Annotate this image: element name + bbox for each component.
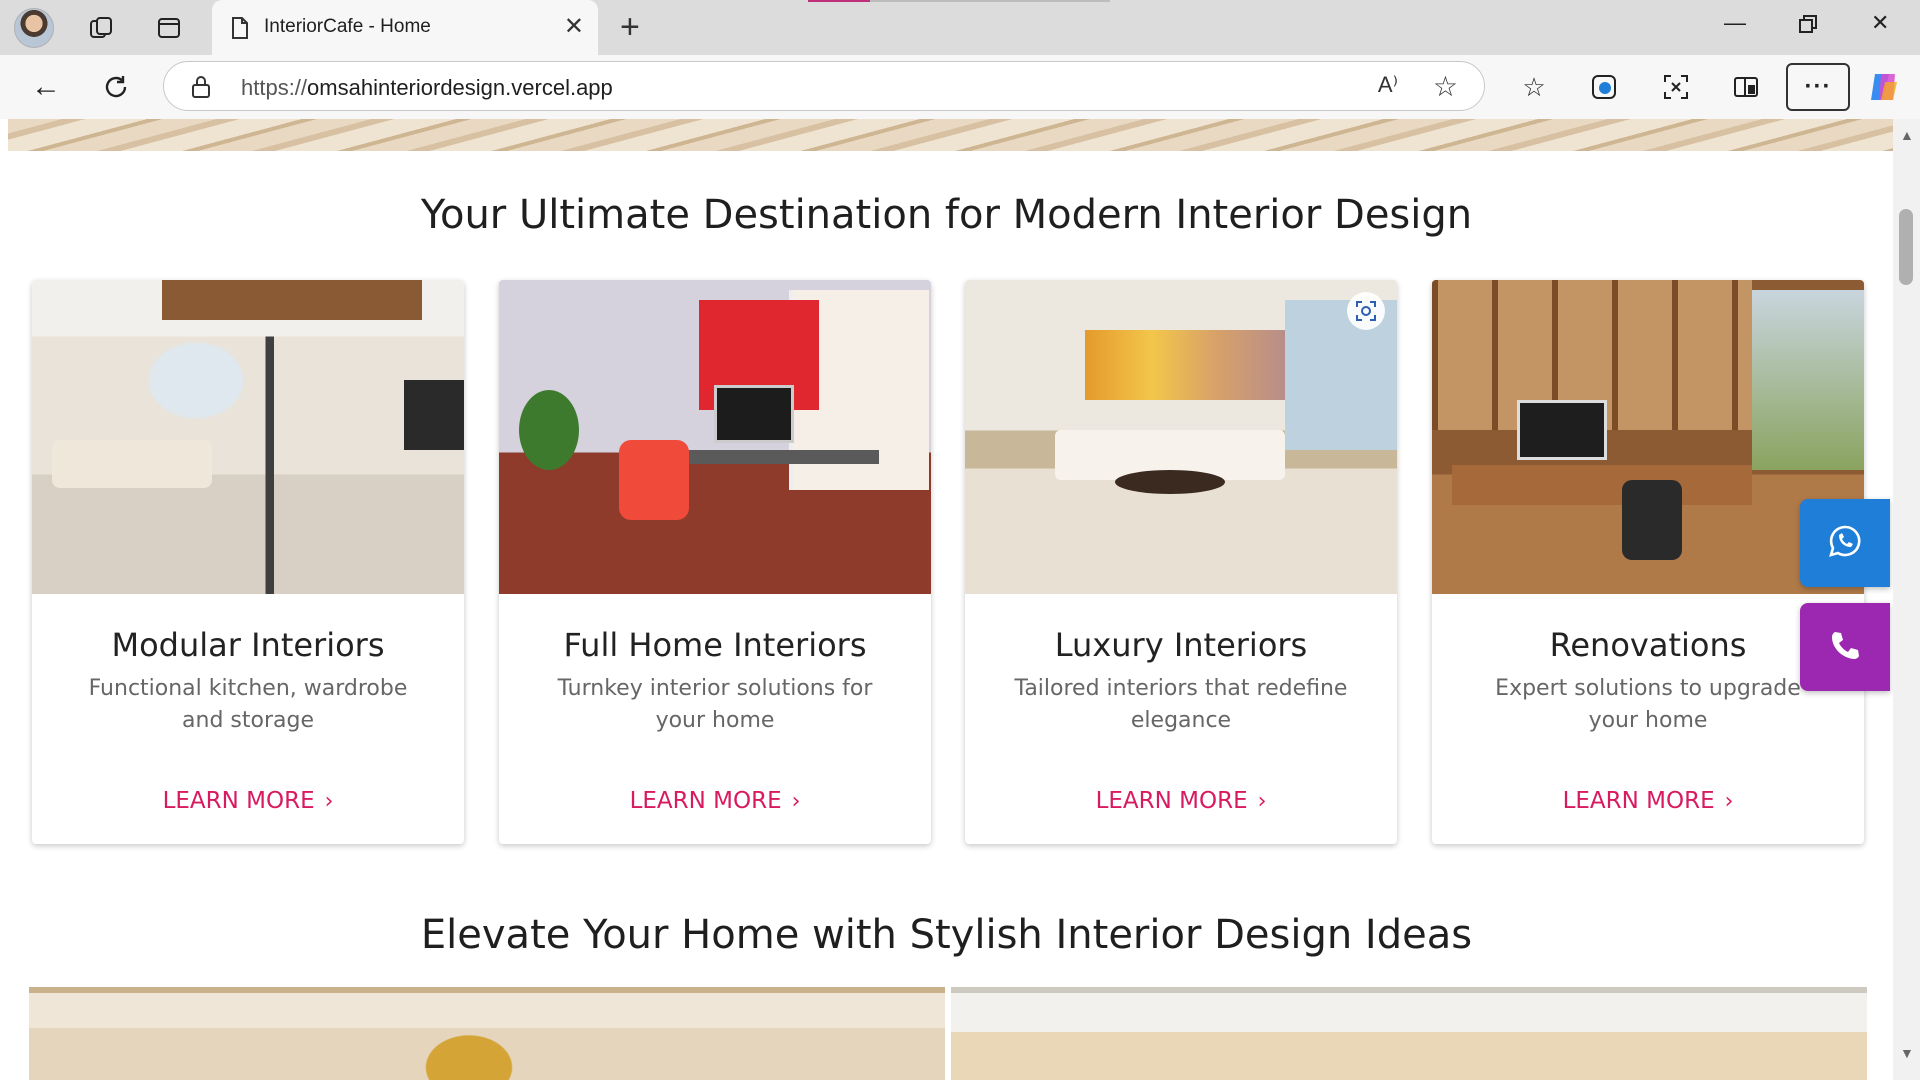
chandelier-detail [369,993,569,1080]
learn-more-label: LEARN MORE [1562,788,1715,814]
address-bar[interactable]: https://omsahinteriordesign.vercel.app A… [163,61,1485,111]
card-title: Full Home Interiors [563,626,867,664]
profile-avatar[interactable] [14,8,54,48]
learn-more-button[interactable]: LEARN MORE › [965,788,1397,814]
learn-more-label: LEARN MORE [162,788,315,814]
learn-more-button[interactable]: LEARN MORE › [499,788,931,814]
screenshot-icon[interactable] [1660,71,1692,103]
url-host: omsahinteriordesign.vercel.app [307,75,613,100]
close-window-icon[interactable]: ✕ [1871,10,1889,36]
page-viewport: Your Ultimate Destination for Modern Int… [0,119,1920,1080]
modular-interiors-image [32,280,464,594]
design-idea-image-1[interactable] [29,987,945,1080]
service-card-full-home: Full Home Interiors Turnkey interior sol… [499,280,931,844]
tab-title: InteriorCafe - Home [264,16,431,37]
vertical-tabs-icon[interactable] [154,14,184,42]
card-title: Modular Interiors [111,626,385,664]
tab-strip-highlight [808,0,870,2]
luxury-interiors-image [965,280,1397,594]
scrollbar-thumb[interactable] [1899,209,1913,285]
full-home-interiors-image [499,280,931,594]
whatsapp-button[interactable] [1800,499,1890,587]
tab-interiorcafe[interactable]: InteriorCafe - Home ✕ [212,0,598,55]
minimize-icon[interactable]: — [1724,10,1746,36]
ideas-heading: Elevate Your Home with Stylish Interior … [420,912,1473,958]
card-description: Functional kitchen, wardrobe and storage [88,676,408,733]
new-tab-icon[interactable]: + [620,8,640,47]
service-card-modular: Modular Interiors Functional kitchen, wa… [32,280,464,844]
card-title: Luxury Interiors [1054,626,1308,664]
chevron-right-icon: › [1724,789,1734,814]
settings-more-button[interactable]: ··· [1786,63,1850,111]
page-scrollbar[interactable]: ▲ ▼ [1893,119,1920,1080]
read-aloud-icon[interactable]: A⁾ [1378,72,1398,98]
collections-icon[interactable] [1730,71,1762,103]
back-icon[interactable]: ← [30,70,62,103]
browser-tab-bar: InteriorCafe - Home ✕ + — ✕ [0,0,1920,55]
scroll-up-icon[interactable]: ▲ [1900,127,1914,143]
whatsapp-icon [1827,523,1863,564]
url-text[interactable]: https://omsahinteriordesign.vercel.app [241,75,613,101]
phone-icon [1828,628,1862,667]
close-tab-icon[interactable]: ✕ [564,12,584,41]
call-button[interactable] [1800,603,1890,691]
restore-icon[interactable] [1798,14,1818,40]
card-description: Tailored interiors that redefine eleganc… [1014,676,1348,733]
scroll-down-icon[interactable]: ▼ [1900,1045,1914,1061]
services-heading: Your Ultimate Destination for Modern Int… [420,192,1473,238]
browser-toolbar: ← https://omsahinteriordesign.vercel.app… [0,55,1920,119]
chevron-right-icon: › [791,789,801,814]
learn-more-button[interactable]: LEARN MORE › [1432,788,1864,814]
favorite-star-icon[interactable]: ☆ [1433,70,1458,103]
workspaces-icon[interactable] [86,14,116,42]
chevron-right-icon: › [324,789,334,814]
card-description: Expert solutions to upgrade your home [1495,676,1801,733]
chevron-right-icon: › [1257,789,1267,814]
page-icon [230,16,250,45]
service-card-luxury: Luxury Interiors Tailored interiors that… [965,280,1397,844]
learn-more-label: LEARN MORE [1095,788,1248,814]
tab-strip-indicator [870,0,1110,2]
refresh-icon[interactable] [100,71,132,103]
lock-icon[interactable] [190,75,212,104]
learn-more-button[interactable]: LEARN MORE › [32,788,464,814]
design-idea-image-2[interactable] [951,987,1867,1080]
learn-more-label: LEARN MORE [629,788,782,814]
favorites-icon[interactable]: ☆ [1518,71,1550,103]
visual-search-icon[interactable] [1347,292,1385,330]
url-protocol: https:// [241,75,308,100]
card-description: Turnkey interior solutions for your home [557,676,873,733]
edge-browser-icon[interactable] [1588,71,1620,103]
hero-wood-banner [8,119,1893,151]
copilot-icon[interactable] [1866,69,1902,105]
